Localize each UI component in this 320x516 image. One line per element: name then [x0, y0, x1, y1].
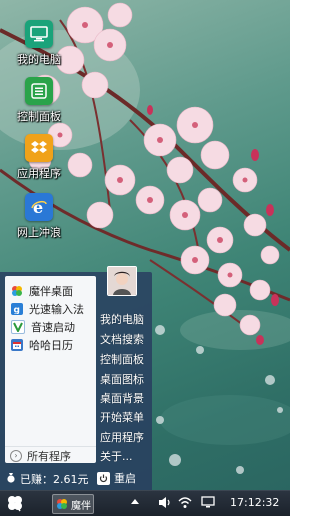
- menu-item-mobanzhuomian[interactable]: 魔伴桌面: [5, 282, 96, 300]
- mobanzhuomian-icon: [56, 498, 68, 510]
- desktop-icon-label: 控制面板: [17, 110, 61, 123]
- link-desktop-icons[interactable]: 桌面图标: [100, 371, 144, 387]
- desktop-icon-control-panel[interactable]: 控制面板: [9, 77, 69, 124]
- wifi-icon[interactable]: [178, 496, 192, 512]
- ie-icon: e: [25, 193, 53, 221]
- menu-item-calendar[interactable]: 哈哈日历: [5, 336, 96, 354]
- desktop-icon-applications[interactable]: 应用程序: [9, 134, 69, 181]
- menu-item-label: 哈哈日历: [29, 339, 73, 352]
- dropbox-icon: [25, 134, 53, 162]
- list-panel-icon: [25, 77, 53, 105]
- chevron-up-icon[interactable]: [130, 496, 140, 511]
- all-programs-label: 所有程序: [27, 449, 71, 463]
- restart-label: 重启: [114, 472, 136, 485]
- link-applications[interactable]: 应用程序: [100, 429, 144, 445]
- link-control-panel[interactable]: 控制面板: [100, 351, 144, 367]
- menu-item-label: 魔伴桌面: [29, 285, 73, 298]
- vstart-icon: [11, 320, 25, 334]
- all-programs-button[interactable]: › 所有程序: [5, 446, 96, 464]
- desktop-icon-my-computer[interactable]: 我的电脑: [9, 20, 69, 67]
- restart-button[interactable]: 重启: [97, 470, 136, 486]
- link-document-search[interactable]: 文档搜索: [100, 331, 144, 347]
- taskbar-item-label: 魔伴: [71, 500, 91, 512]
- desktop-icon-label: 我的电脑: [17, 53, 61, 66]
- avatar[interactable]: [107, 266, 137, 296]
- taskbar: 魔伴 17:12:32: [0, 490, 290, 516]
- arrow-right-icon: ›: [10, 449, 22, 462]
- start-menu-app-list: 魔伴桌面 g 光速输入法 音速启动 哈哈日历 › 所有程序: [5, 276, 96, 463]
- desktop-icon-label: 应用程序: [17, 167, 61, 180]
- start-button[interactable]: [6, 494, 24, 512]
- menu-item-label: 音速启动: [31, 321, 75, 334]
- mobanzhuomian-icon: [11, 285, 23, 297]
- svg-text:e: e: [33, 198, 43, 216]
- start-menu: 魔伴桌面 g 光速输入法 音速启动 哈哈日历 › 所有程序 我的电脑 文档搜索 …: [0, 266, 152, 490]
- desktop-icon-label: 网上冲浪: [17, 226, 61, 239]
- link-my-computer[interactable]: 我的电脑: [100, 311, 144, 327]
- start-menu-footer: 已赚：2.61元 重启: [0, 466, 152, 490]
- ime-icon: g: [11, 303, 23, 315]
- power-icon: [97, 471, 110, 485]
- menu-item-ime[interactable]: g 光速输入法: [5, 300, 96, 318]
- calendar-icon: [11, 339, 23, 351]
- volume-icon[interactable]: [158, 496, 172, 512]
- clock[interactable]: 17:12:32: [230, 496, 279, 509]
- menu-item-label: 光速输入法: [29, 303, 84, 316]
- monitor-icon: [25, 20, 53, 48]
- taskbar-item-moban[interactable]: 魔伴: [52, 494, 94, 514]
- earnings-label: 已赚：2.61元: [20, 473, 89, 486]
- money-bag-icon: [6, 472, 16, 486]
- link-about[interactable]: 关于...: [100, 448, 133, 464]
- clover-icon: [8, 496, 22, 512]
- earnings[interactable]: 已赚：2.61元: [6, 471, 89, 487]
- svg-text:g: g: [14, 306, 20, 315]
- link-start-menu[interactable]: 开始菜单: [100, 409, 144, 425]
- menu-item-vstart[interactable]: 音速启动: [5, 318, 96, 336]
- monitor-tray-icon[interactable]: [201, 496, 215, 512]
- link-desktop-background[interactable]: 桌面背景: [100, 390, 144, 406]
- desktop-icon-web-surfing[interactable]: e 网上冲浪: [9, 193, 69, 240]
